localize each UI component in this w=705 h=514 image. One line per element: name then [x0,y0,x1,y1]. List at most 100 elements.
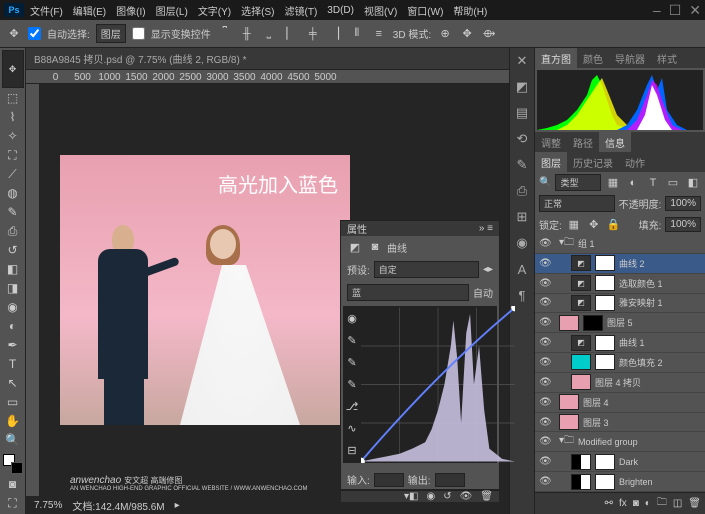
history-brush-tool[interactable]: ↺ [2,241,24,259]
menu-view[interactable]: 视图(V) [360,1,401,20]
clip-icon[interactable]: ⊟ [344,442,360,458]
layer-row[interactable]: 👁图层 5 [535,313,705,333]
visibility-toggle[interactable]: 👁 [539,456,551,467]
opacity-field[interactable]: 100% [665,196,701,211]
color-swatches[interactable] [3,454,23,474]
close-strip-icon[interactable]: ✕ [513,52,531,70]
move-tool[interactable]: ✥ [2,50,24,88]
delete-layer-icon[interactable]: 🗑 [688,498,701,509]
layer-row[interactable]: 👁◩选取颜色 1 [535,274,705,294]
type-tool[interactable]: T [2,355,24,373]
visibility-toggle[interactable]: 👁 [539,417,551,428]
visibility-toggle[interactable]: 👁 [539,357,551,368]
char-strip-icon[interactable]: A [513,260,531,278]
stamp-tool[interactable]: ⎙ [2,222,24,240]
tab-actions[interactable]: 动作 [619,152,651,172]
menu-3d[interactable]: 3D(D) [323,3,358,18]
marquee-tool[interactable]: ⬚ [2,89,24,107]
visibility-toggle[interactable]: 👁 [539,258,551,269]
visibility-toggle[interactable]: 👁 [539,297,551,308]
visibility-toggle[interactable]: 👁 [539,238,551,249]
visibility-toggle[interactable]: 👁 [539,278,551,289]
document-tab[interactable]: B88A9845 拷贝.psd @ 7.75% (曲线 2, RGB/8) * [26,48,509,70]
layers-list[interactable]: 👁▾🗀组 1👁◩曲线 2👁◩选取颜色 1👁◩雅安映射 1👁图层 5👁◩曲线 1👁… [535,234,705,492]
lasso-tool[interactable]: ⌇ [2,108,24,126]
tab-paths[interactable]: 路径 [567,132,599,152]
gray-point-icon[interactable]: ✎ [344,354,360,370]
brush-tool[interactable]: ✎ [2,203,24,221]
menu-select[interactable]: 选择(S) [237,1,278,20]
toggle-visibility-icon[interactable]: 👁 [460,491,473,502]
menu-image[interactable]: 图像(I) [112,1,149,20]
brush-strip-icon[interactable]: ✎ [513,156,531,174]
hand-tool[interactable]: ✋ [2,412,24,430]
eraser-tool[interactable]: ◧ [2,260,24,278]
layer-row[interactable]: 👁图层 4 拷贝 [535,373,705,393]
tab-navigator[interactable]: 导航器 [609,48,651,68]
visibility-toggle[interactable]: 👁 [539,317,551,328]
zoom-tool[interactable]: 🔍 [2,431,24,449]
blend-mode-select[interactable]: 正常 [539,195,615,212]
filter-shape-icon[interactable]: ▭ [665,175,681,191]
clone-strip-icon[interactable]: ⎙ [513,182,531,200]
layer-row[interactable]: 👁颜色填充 2 [535,353,705,373]
preset-select[interactable]: 自定 [374,261,479,278]
reset-icon[interactable]: ↺ [443,491,451,502]
visibility-toggle[interactable]: 👁 [539,476,551,487]
align-right-icon[interactable]: ▕ [327,26,343,42]
lock-position-icon[interactable]: ✥ [586,216,602,232]
layer-row[interactable]: 👁◩曲线 2 [535,254,705,274]
dolly-icon[interactable]: ⟴ [481,26,497,42]
tab-adjustments[interactable]: 调整 [535,132,567,152]
strip-icon-1[interactable]: ◩ [513,78,531,96]
layer-row[interactable]: 👁图层 3 [535,413,705,433]
layer-row[interactable]: 👁Brighten [535,472,705,492]
visibility-toggle[interactable]: 👁 [539,337,551,348]
close-icon[interactable]: ✕ [689,2,701,19]
input-field[interactable] [374,473,404,487]
visibility-toggle[interactable]: 👁 [539,397,551,408]
clip-layer-icon[interactable]: ▾◧ [404,491,418,502]
auto-select-target[interactable]: 图层 [96,24,126,43]
new-adjlayer-icon[interactable]: ◐ [645,498,651,509]
para-strip-icon[interactable]: ¶ [513,286,531,304]
align-bot-icon[interactable]: ⎵ [261,26,277,42]
lock-pixels-icon[interactable]: ▦ [566,216,582,232]
new-group-icon[interactable]: 🗀 [657,495,667,512]
path-tool[interactable]: ↖ [2,374,24,392]
menu-type[interactable]: 文字(Y) [194,1,235,20]
align-top-icon[interactable]: ⎴ [217,26,233,42]
pen-tool[interactable]: ✒ [2,336,24,354]
black-point-icon[interactable]: ✎ [344,332,360,348]
crop-tool[interactable]: ⛶ [2,146,24,164]
orbit-icon[interactable]: ⊕ [437,26,453,42]
gradient-tool[interactable]: ◨ [2,279,24,297]
layer-row[interactable]: 👁◩曲线 1 [535,333,705,353]
menu-window[interactable]: 窗口(W) [403,1,447,20]
strip-icon-2[interactable]: ▤ [513,104,531,122]
align-hmid-icon[interactable]: ╪ [305,26,321,42]
dist-h-icon[interactable]: ⫴ [349,26,365,42]
zoom-display[interactable]: 7.75% [34,500,62,511]
eyedropper-tool[interactable]: ⟋ [2,165,24,183]
tab-info[interactable]: 信息 [599,132,631,152]
auto-button[interactable]: 自动 [473,285,493,300]
edit-points-icon[interactable]: ⎇ [344,398,360,414]
show-transform-check[interactable] [132,27,145,40]
menu-help[interactable]: 帮助(H) [449,1,491,20]
curves-graph[interactable]: ◉ ✎ ✎ ✎ ⎇ ∿ ⊟ [343,306,497,463]
shape-tool[interactable]: ▭ [2,393,24,411]
auto-select-check[interactable] [28,27,41,40]
menu-layer[interactable]: 图层(L) [152,1,192,20]
history-strip-icon[interactable]: ⟲ [513,130,531,148]
dodge-tool[interactable]: ◐ [2,317,24,335]
layer-row[interactable]: 👁Dark [535,452,705,472]
screenmode-tool[interactable]: ⛶ [2,494,24,512]
layer-row[interactable]: 👁▾🗀Modified group [535,432,705,452]
layer-fx-icon[interactable]: fx [619,498,627,509]
link-layers-icon[interactable]: ⚯ [605,498,613,509]
dist-v-icon[interactable]: ≡ [371,26,387,42]
fill-field[interactable]: 100% [665,217,701,232]
lock-all-icon[interactable]: 🔒 [606,216,622,232]
draw-curve-icon[interactable]: ∿ [344,420,360,436]
